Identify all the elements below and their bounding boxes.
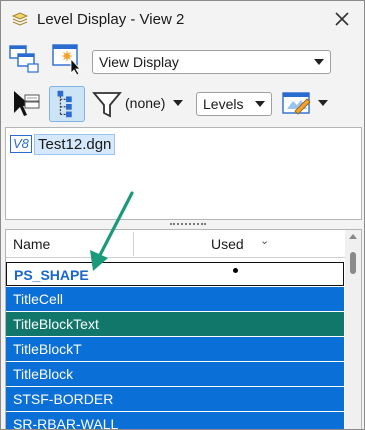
table-row[interactable]: TitleBlock [6,362,344,386]
funnel-filter-icon[interactable] [92,89,122,119]
table-row[interactable]: PS_SHAPE [6,262,344,286]
vertical-scrollbar[interactable] [345,230,361,429]
title-bar: Level Display - View 2 [1,1,364,37]
view-mode-value: View Display [99,54,179,70]
view-windows-icon[interactable] [9,44,39,74]
table-row[interactable]: TitleBlockT [6,337,344,361]
filter-value[interactable]: (none) [125,95,165,111]
file-item[interactable]: Test12.dgn [34,134,116,155]
level-name: TitleBlockT [13,341,82,357]
column-header-name[interactable]: Name [13,236,50,252]
view-mode-dropdown[interactable]: View Display [92,50,331,74]
levels-value: Levels [203,96,244,112]
display-mode-icon[interactable] [281,89,313,119]
v8-file-icon: V8 [10,135,32,153]
panel-splitter[interactable] [5,220,362,229]
scroll-up-arrow-icon[interactable] [349,234,357,239]
column-header-used[interactable]: Used [211,236,244,252]
column-divider[interactable] [133,232,134,256]
chevron-down-icon [255,101,265,107]
scroll-thumb[interactable] [350,252,356,274]
filter-chevron-down-icon[interactable] [173,100,183,106]
used-indicator-icon [233,268,238,273]
list-header: Name Used ⌄ [6,230,346,258]
close-icon[interactable] [330,7,354,31]
level-name: TitleBlockText [13,316,99,332]
level-name: TitleCell [13,291,64,307]
level-display-window: Level Display - View 2 View Display (non… [0,0,365,430]
table-row[interactable]: STSF-BORDER [6,387,344,411]
splitter-grip-icon[interactable] [170,223,206,225]
sort-chevron-icon: ⌄ [260,235,270,247]
select-pointer-icon[interactable] [11,88,43,120]
display-chevron-down-icon[interactable] [318,100,328,106]
table-row[interactable]: TitleCell [6,287,344,311]
tree-hierarchy-icon[interactable] [49,86,85,122]
table-row[interactable]: SR-RBAR-WALL [6,412,344,430]
chevron-down-icon [314,59,324,65]
level-name: STSF-BORDER [13,391,114,407]
table-row[interactable]: TitleBlockText [6,312,344,336]
layers-icon [11,12,29,26]
levels-dropdown[interactable]: Levels [196,92,272,116]
level-name: TitleBlock [13,366,74,382]
level-name: PS_SHAPE [14,267,89,283]
window-title: Level Display - View 2 [37,11,185,28]
file-list-panel: V8 Test12.dgn [5,127,362,220]
level-name: SR-RBAR-WALL [13,416,119,430]
highlight-view-icon[interactable] [51,41,85,75]
level-list-panel: Name Used ⌄ PS_SHAPE TitleCell TitleBloc… [5,229,362,430]
